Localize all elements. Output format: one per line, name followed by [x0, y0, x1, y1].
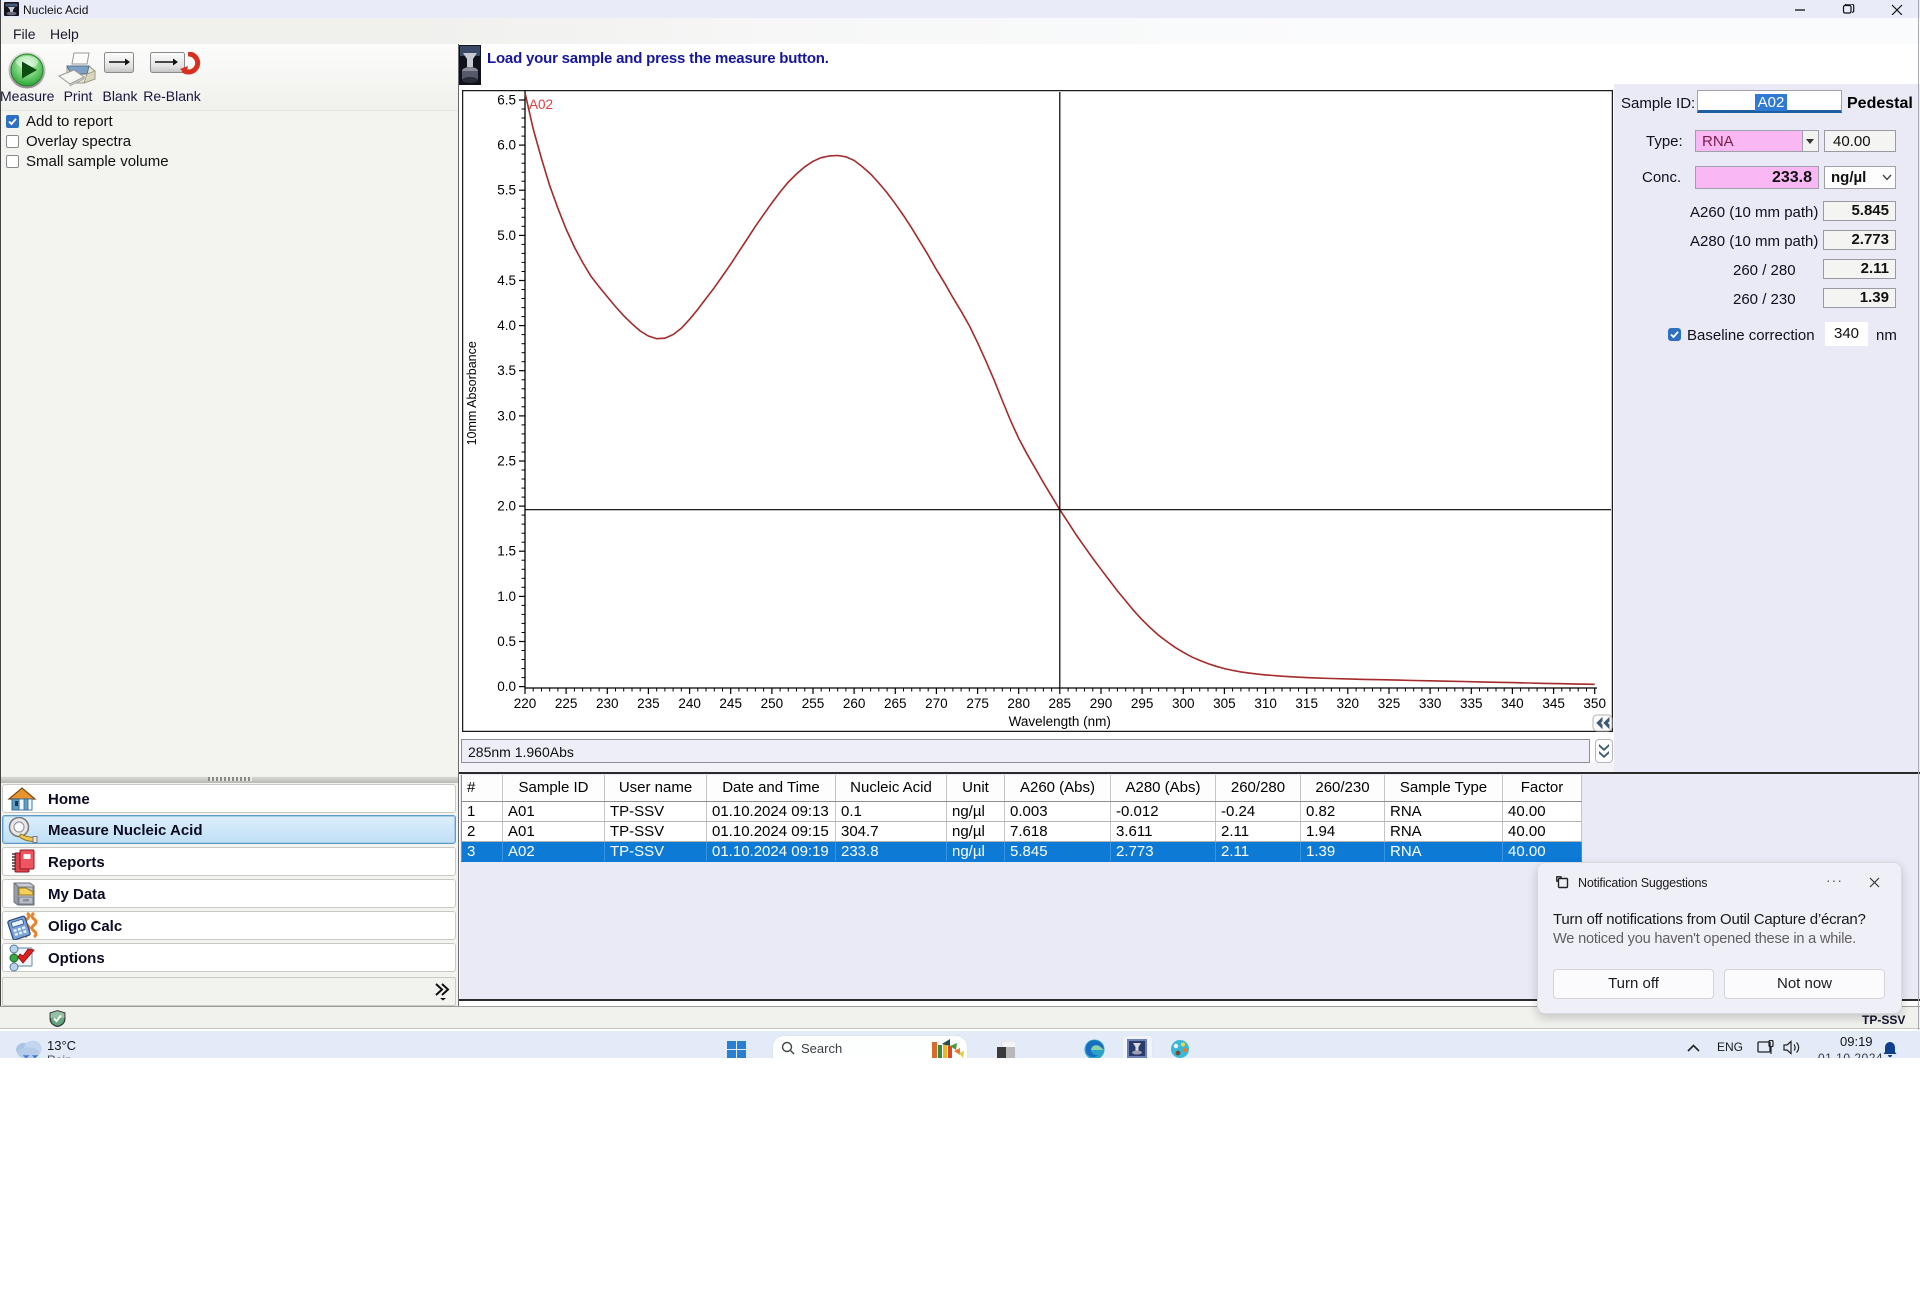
svg-text:230: 230	[596, 696, 619, 711]
svg-text:4.5: 4.5	[497, 273, 516, 288]
svg-text:320: 320	[1337, 696, 1360, 711]
svg-text:2.5: 2.5	[497, 454, 516, 469]
svg-text:Wavelength (nm): Wavelength (nm)	[1009, 714, 1111, 729]
svg-text:300: 300	[1172, 696, 1195, 711]
svg-text:6.0: 6.0	[497, 138, 516, 153]
svg-text:3.0: 3.0	[497, 408, 516, 423]
svg-text:2.0: 2.0	[497, 499, 516, 514]
svg-text:265: 265	[884, 696, 907, 711]
svg-text:5.0: 5.0	[497, 228, 516, 243]
svg-text:220: 220	[514, 696, 537, 711]
svg-text:270: 270	[925, 696, 948, 711]
svg-text:345: 345	[1542, 696, 1565, 711]
svg-text:340: 340	[1501, 696, 1524, 711]
svg-text:315: 315	[1295, 696, 1318, 711]
svg-text:1.5: 1.5	[497, 544, 516, 559]
svg-text:260: 260	[843, 696, 866, 711]
svg-text:350: 350	[1583, 696, 1606, 711]
svg-text:225: 225	[555, 696, 578, 711]
svg-text:275: 275	[966, 696, 989, 711]
svg-text:5.5: 5.5	[497, 183, 516, 198]
svg-text:305: 305	[1213, 696, 1236, 711]
svg-text:245: 245	[719, 696, 742, 711]
svg-text:295: 295	[1131, 696, 1154, 711]
svg-text:A02: A02	[529, 97, 553, 112]
svg-text:280: 280	[1007, 696, 1030, 711]
svg-text:0.5: 0.5	[497, 634, 516, 649]
svg-text:0.0: 0.0	[497, 679, 516, 694]
svg-text:310: 310	[1254, 696, 1277, 711]
svg-text:4.0: 4.0	[497, 318, 516, 333]
svg-text:285: 285	[1049, 696, 1072, 711]
svg-text:10mm Absorbance: 10mm Absorbance	[465, 341, 479, 445]
svg-text:3.5: 3.5	[497, 363, 516, 378]
svg-text:250: 250	[761, 696, 784, 711]
svg-text:325: 325	[1378, 696, 1401, 711]
svg-text:1.0: 1.0	[497, 589, 516, 604]
svg-text:290: 290	[1090, 696, 1113, 711]
svg-text:330: 330	[1419, 696, 1442, 711]
svg-text:335: 335	[1460, 696, 1483, 711]
svg-text:240: 240	[678, 696, 701, 711]
svg-text:235: 235	[637, 696, 660, 711]
svg-text:6.5: 6.5	[497, 93, 516, 108]
svg-text:255: 255	[802, 696, 825, 711]
